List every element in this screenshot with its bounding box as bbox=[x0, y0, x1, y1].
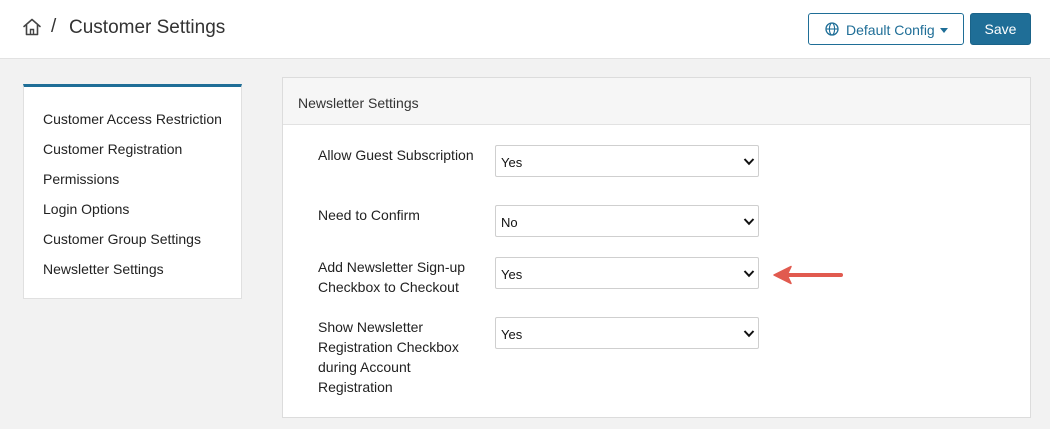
sidebar-item-login-options[interactable]: Login Options bbox=[43, 201, 129, 217]
select-value: Yes bbox=[501, 155, 523, 170]
annotation-arrow-icon bbox=[773, 265, 843, 285]
globe-icon bbox=[825, 22, 839, 36]
chevron-down-icon bbox=[743, 330, 755, 338]
allow-guest-subscription-select[interactable]: Yes bbox=[495, 145, 759, 177]
default-config-label: Default Config bbox=[846, 22, 935, 38]
select-value: No bbox=[501, 215, 518, 230]
panel-title: Newsletter Settings bbox=[298, 95, 419, 111]
sidebar-item-newsletter-settings[interactable]: Newsletter Settings bbox=[43, 261, 164, 277]
select-value: Yes bbox=[501, 267, 523, 282]
chevron-down-icon bbox=[743, 218, 755, 226]
panel-header: Newsletter Settings bbox=[283, 78, 1030, 125]
need-to-confirm-select[interactable]: No bbox=[495, 205, 759, 237]
sidebar-item-customer-group-settings[interactable]: Customer Group Settings bbox=[43, 231, 201, 247]
breadcrumb-separator: / bbox=[51, 16, 57, 37]
settings-sidebar: Customer Access Restriction Customer Reg… bbox=[23, 84, 242, 299]
show-newsletter-registration-checkbox-select[interactable]: Yes bbox=[495, 317, 759, 349]
chevron-down-icon bbox=[743, 158, 755, 166]
caret-down-icon bbox=[940, 28, 948, 33]
top-bar: / Customer Settings Default Config Save bbox=[0, 0, 1050, 59]
show-newsletter-registration-checkbox-label: Show Newsletter Registration Checkbox du… bbox=[318, 319, 459, 395]
allow-guest-subscription-label: Allow Guest Subscription bbox=[318, 147, 474, 163]
select-value: Yes bbox=[501, 327, 523, 342]
sidebar-item-customer-registration[interactable]: Customer Registration bbox=[43, 141, 182, 157]
sidebar-item-customer-access-restriction[interactable]: Customer Access Restriction bbox=[43, 111, 222, 127]
default-config-button[interactable]: Default Config bbox=[808, 13, 964, 45]
sidebar-item-permissions[interactable]: Permissions bbox=[43, 171, 119, 187]
newsletter-settings-panel: Newsletter Settings Allow Guest Subscrip… bbox=[282, 77, 1031, 418]
need-to-confirm-label: Need to Confirm bbox=[318, 207, 420, 223]
home-icon[interactable] bbox=[22, 17, 42, 37]
save-button[interactable]: Save bbox=[970, 13, 1031, 45]
page-title: Customer Settings bbox=[69, 17, 226, 38]
add-newsletter-checkbox-checkout-label: Add Newsletter Sign-up Checkbox to Check… bbox=[318, 259, 466, 295]
chevron-down-icon bbox=[743, 270, 755, 278]
add-newsletter-checkbox-checkout-select[interactable]: Yes bbox=[495, 257, 759, 289]
